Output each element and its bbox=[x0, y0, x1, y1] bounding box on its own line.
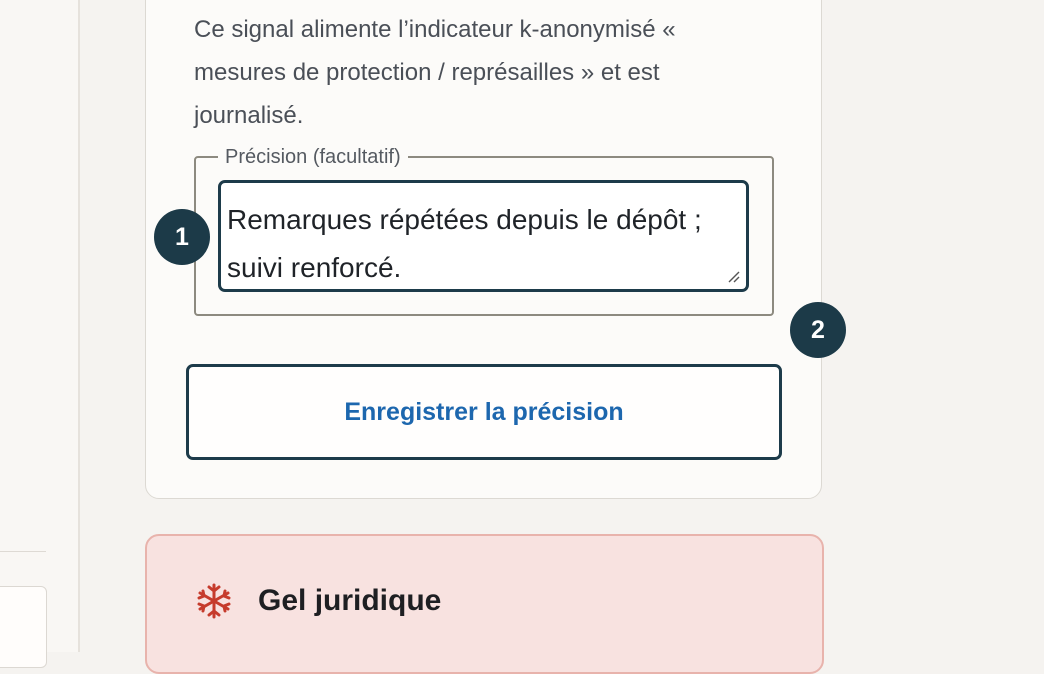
precision-textarea-wrapper: Remarques répétées depuis le dépôt ; sui… bbox=[218, 180, 749, 292]
legal-freeze-title: Gel juridique bbox=[258, 584, 442, 617]
left-divider bbox=[0, 551, 46, 552]
resize-handle-icon[interactable] bbox=[726, 269, 740, 283]
left-panel bbox=[0, 0, 80, 652]
precision-legend: Précision (facultatif) bbox=[225, 146, 401, 168]
save-precision-button[interactable]: Enregistrer la précision bbox=[186, 364, 782, 460]
snowflake-icon bbox=[197, 583, 231, 619]
left-list-card[interactable] bbox=[0, 586, 47, 668]
precision-textarea[interactable]: Remarques répétées depuis le dépôt ; sui… bbox=[221, 183, 746, 289]
signal-description: Ce signal alimente l’indicateur k-anonym… bbox=[194, 16, 676, 129]
step-badge-1: 1 bbox=[154, 209, 210, 265]
legal-freeze-card bbox=[145, 534, 824, 674]
step-badge-2: 2 bbox=[790, 302, 846, 358]
